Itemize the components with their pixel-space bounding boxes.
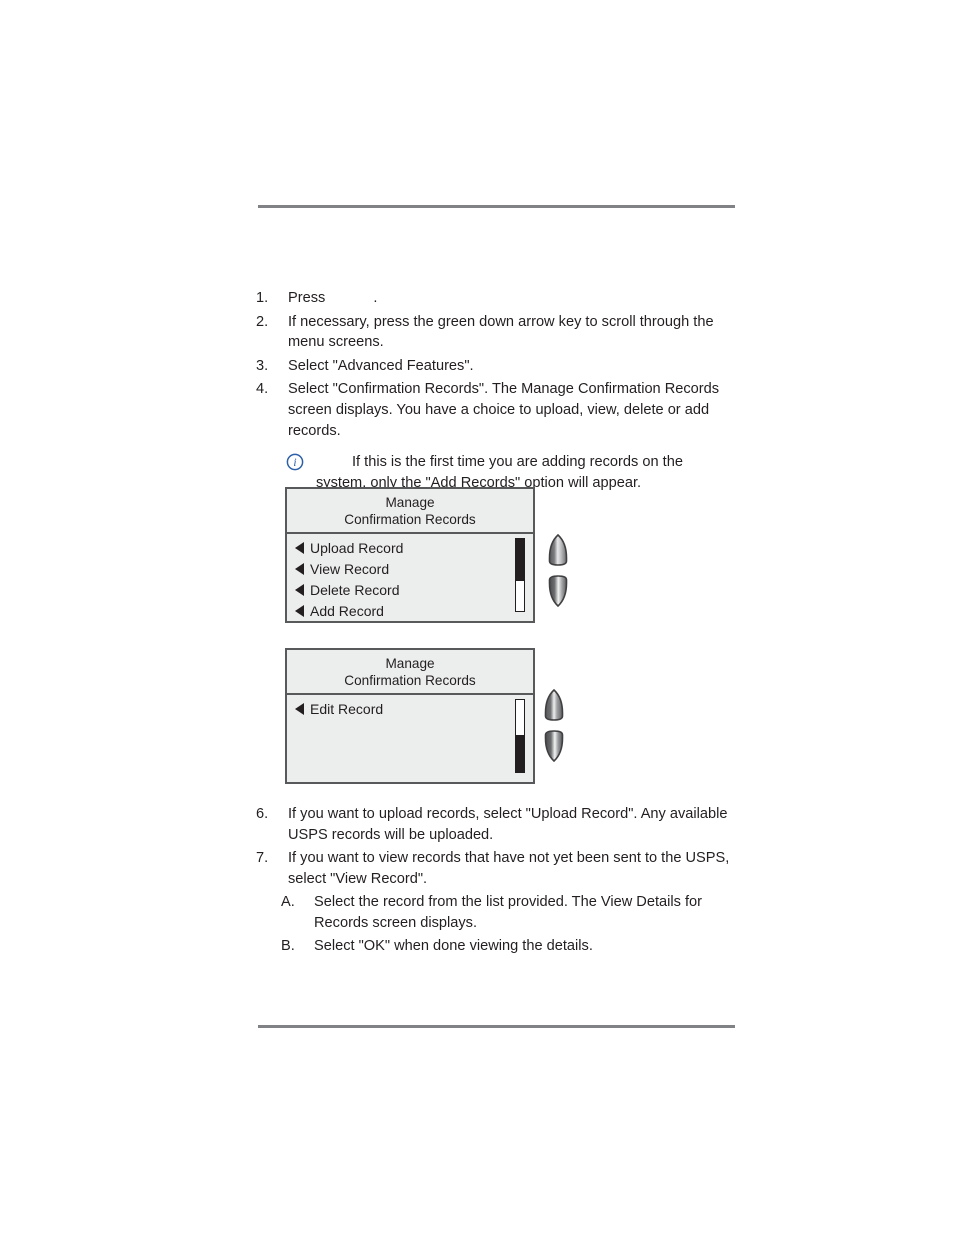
lcd-scrollbar-thumb[interactable] [516,539,524,581]
left-triangle-icon [295,584,304,596]
lcd-scrollbar[interactable] [515,699,525,773]
step-item-7: 7. If you want to view records that have… [256,848,736,889]
sub-step-item-b: B. Select "OK" when done viewing the det… [281,936,736,957]
lcd-menu-item-label: View Record [310,561,390,577]
lcd-menu-item-label: Delete Record [310,582,400,598]
left-triangle-icon [295,703,304,715]
lcd-body: Edit Record [287,695,533,773]
lcd-screen-2: Manage Confirmation Records Edit Record [285,648,535,784]
step-text: If you want to upload records, select "U… [288,806,728,843]
step-text-before-gap: Press [288,290,326,306]
sub-step-item-a: A. Select the record from the list provi… [281,892,736,933]
lcd-screen-1: Manage Confirmation Records Upload Recor… [285,487,535,623]
sub-step-text: Select "OK" when done viewing the detail… [314,937,593,954]
step-text: Select "Confirmation Records". The Manag… [288,381,720,439]
lcd-header-line-1: Manage [385,495,435,510]
numbered-step-list: 1. Press. 2. If necessary, press the gre… [256,288,736,441]
sub-step-marker: A. [281,894,295,911]
step-marker: 6. [256,806,269,822]
lcd-menu-item-add-record[interactable]: Add Record [287,601,533,622]
step-text: Press. [288,288,736,309]
upper-instructions-block: 1. Press. 2. If necessary, press the gre… [256,288,736,502]
lcd-menu-item-label: Upload Record [310,540,404,556]
info-icon: i [286,453,304,471]
lcd-scrollbar[interactable] [515,538,525,612]
step-item-4: 4. Select "Confirmation Records". The Ma… [256,379,736,441]
lcd-menu-item-upload-record[interactable]: Upload Record [287,538,533,559]
up-arrow-key[interactable] [547,533,569,566]
lcd-menu-item-label: Edit Record [310,701,384,717]
step-text: Select "Advanced Features". [288,357,474,374]
step-text-after-gap: . [373,290,378,306]
step-text: If necessary, press the green down arrow… [288,313,714,351]
lcd-screen-2-group: Manage Confirmation Records Edit Record [285,648,585,784]
lcd-menu-item-label: Add Record [310,603,384,619]
left-triangle-icon [295,563,304,575]
step-marker: 3. [256,357,269,374]
up-arrow-key[interactable] [543,688,565,721]
sub-step-text: Select the record from the list provided… [314,894,702,931]
svg-text:i: i [293,457,296,469]
lcd-header-line-2: Confirmation Records [344,673,476,688]
lcd-screen-1-group: Manage Confirmation Records Upload Recor… [285,487,585,623]
lcd-header-line-1: Manage [385,656,435,671]
lcd-header-line-2: Confirmation Records [344,512,476,527]
step-marker: 7. [256,850,269,867]
step-marker: 2. [256,313,269,330]
step-item-6: 6. If you want to upload records, select… [256,804,736,845]
sub-step-marker: B. [281,937,295,954]
header-divider-rule [258,205,735,208]
step-item-3: 3. Select "Advanced Features". [256,356,736,377]
left-triangle-icon [295,605,304,617]
lcd-menu-item-edit-record[interactable]: Edit Record [287,699,533,720]
lcd-header: Manage Confirmation Records [287,489,533,534]
left-triangle-icon [295,542,304,554]
step-marker: 1. [256,290,269,306]
numbered-step-list-lower: 6. If you want to upload records, select… [256,804,736,889]
lcd-scrollbar-thumb[interactable] [516,734,524,772]
document-page: 1. Press. 2. If necessary, press the gre… [0,0,954,1235]
lcd-menu-item-delete-record[interactable]: Delete Record [287,580,533,601]
footer-divider-rule [258,1025,735,1028]
sub-step-list: A. Select the record from the list provi… [256,892,736,956]
down-arrow-key[interactable] [547,575,569,608]
step-item-2: 2. If necessary, press the green down ar… [256,312,736,353]
lcd-body: Upload Record View Record Delete Record … [287,534,533,622]
lower-instructions-block: 6. If you want to upload records, select… [256,804,736,958]
lcd-header: Manage Confirmation Records [287,650,533,695]
step-item-1: 1. Press. [256,288,736,309]
lcd-menu-item-view-record[interactable]: View Record [287,559,533,580]
step-text: If you want to view records that have no… [288,850,730,887]
step-marker: 4. [256,381,269,398]
down-arrow-key[interactable] [543,730,565,763]
